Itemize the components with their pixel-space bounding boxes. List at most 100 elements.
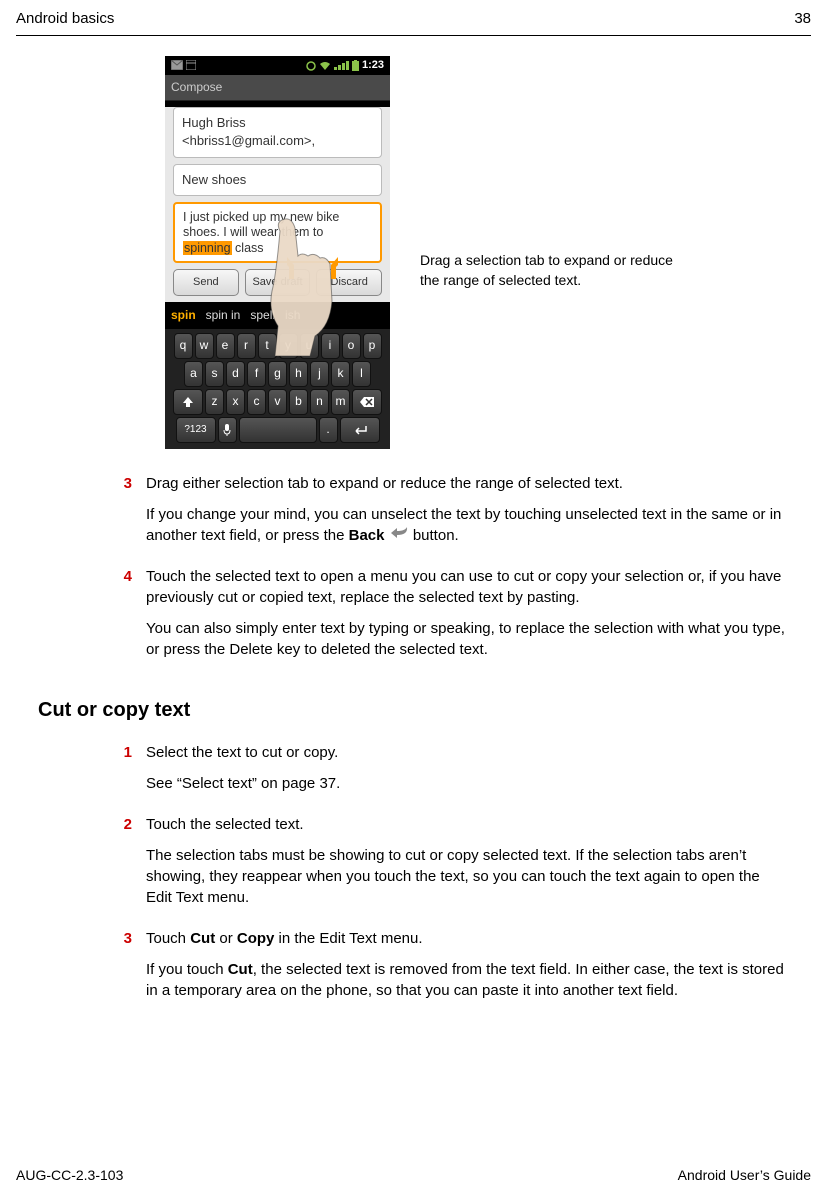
phone-buttons: Send Save draft Discard [165,263,390,302]
step-body: Touch Cut or Copy in the Edit Text menu.… [146,928,787,1011]
step-num: 3 [120,928,132,1011]
step-text: See “Select text” on page 37. [146,773,787,794]
page-header: Android basics 38 [0,0,827,35]
copy-label: Copy [237,930,275,947]
status-time: 1:23 [362,58,384,73]
back-label: Back [349,527,385,544]
cut-label: Cut [190,930,215,947]
step-text: The selection tabs must be showing to cu… [146,845,787,908]
key-n: n [310,389,329,415]
page-footer: AUG-CC-2.3-103 Android User’s Guide [16,1166,811,1186]
step-4a: 4 Touch the selected text to open a menu… [120,566,787,670]
key-row-1: q w e r t y u i o p [168,333,387,359]
header-right: 38 [794,8,811,29]
figure-row: 1:23 Compose Hugh Briss <hbriss1@gmail.c… [165,56,827,449]
key-c: c [247,389,266,415]
battery-icon [352,60,359,71]
step-body: Touch the selected text to open a menu y… [146,566,787,670]
back-icon [389,525,409,546]
step-text: Touch the selected text. [146,814,787,835]
phone-screenshot: 1:23 Compose Hugh Briss <hbriss1@gmail.c… [165,56,390,449]
key-row-4: ?123 . [168,417,387,443]
key-x: x [226,389,245,415]
key-r: r [237,333,256,359]
discard-button: Discard [316,269,382,296]
step-text: You can also simply enter text by typing… [146,618,787,660]
step-text: Select the text to cut or copy. [146,742,787,763]
msg-highlight: spinning [183,241,232,255]
step-num: 4 [120,566,132,670]
shift-key [173,389,203,415]
delete-icon [360,397,374,407]
space-key [239,417,317,443]
shift-icon [182,396,194,408]
message-field: I just picked up my new bike shoes. I wi… [173,202,382,263]
status-right-icons: 1:23 [306,58,384,73]
step-text: Drag either selection tab to expand or r… [146,473,787,494]
key-row-3: z x c v b n m [168,389,387,415]
footer-right: Android User’s Guide [678,1166,811,1186]
step-1b: 1 Select the text to cut or copy. See “S… [120,742,787,804]
subject-field: New shoes [173,164,382,196]
key-q: q [174,333,193,359]
key-e: e [216,333,235,359]
save-draft-button: Save draft [245,269,311,296]
cut-label-2: Cut [228,961,253,978]
step-text: Touch the selected text to open a menu y… [146,566,787,608]
wifi-icon [319,61,331,71]
suggest-1: spin [171,307,196,324]
key-p: p [363,333,382,359]
suggestion-row: spin spin in spell ish [165,302,390,329]
symbols-key: ?123 [176,417,216,443]
key-s: s [205,361,224,387]
window-icon [186,60,196,70]
section-heading: Cut or copy text [38,696,787,724]
header-left: Android basics [16,8,114,29]
compose-body: Hugh Briss <hbriss1@gmail.com>, New shoe… [165,107,390,302]
key-h: h [289,361,308,387]
key-k: k [331,361,350,387]
status-left-icons [171,58,196,73]
to-field: Hugh Briss <hbriss1@gmail.com>, [173,107,382,157]
key-f: f [247,361,266,387]
enter-key [340,417,380,443]
key-t: t [258,333,277,359]
key-j: j [310,361,329,387]
compose-title: Compose [165,75,390,101]
msg-after: class [232,241,264,255]
step-2b: 2 Touch the selected text. The selection… [120,814,787,918]
header-rule [16,35,811,36]
figure-caption: Drag a selection tab to expand or reduce… [420,251,680,290]
enter-icon [352,424,368,436]
footer-left: AUG-CC-2.3-103 [16,1166,123,1186]
step-body: Touch the selected text. The selection t… [146,814,787,918]
key-m: m [331,389,350,415]
delete-key [352,389,382,415]
step-num: 2 [120,814,132,918]
key-l: l [352,361,371,387]
step-text: If you touch Cut, the selected text is r… [146,959,787,1001]
key-g: g [268,361,287,387]
step-body: Drag either selection tab to expand or r… [146,473,787,557]
mic-icon [222,423,232,437]
step-num: 1 [120,742,132,804]
key-d: d [226,361,245,387]
send-button: Send [173,269,239,296]
key-w: w [195,333,214,359]
period-key: . [319,417,338,443]
key-v: v [268,389,287,415]
key-i: i [321,333,340,359]
key-row-2: a s d f g h j k l [168,361,387,387]
key-o: o [342,333,361,359]
suggest-4: ish [285,307,300,324]
selection-handle-left-icon [280,257,294,279]
step-body: Select the text to cut or copy. See “Sel… [146,742,787,804]
sync-icon [306,61,316,71]
step-3b: 3 Touch Cut or Copy in the Edit Text men… [120,928,787,1011]
suggest-2: spin in [206,307,241,324]
status-bar: 1:23 [165,56,390,75]
step-text: If you change your mind, you can unselec… [146,504,787,547]
mail-icon [171,60,183,70]
key-y: y [279,333,298,359]
step-3a: 3 Drag either selection tab to expand or… [120,473,787,557]
